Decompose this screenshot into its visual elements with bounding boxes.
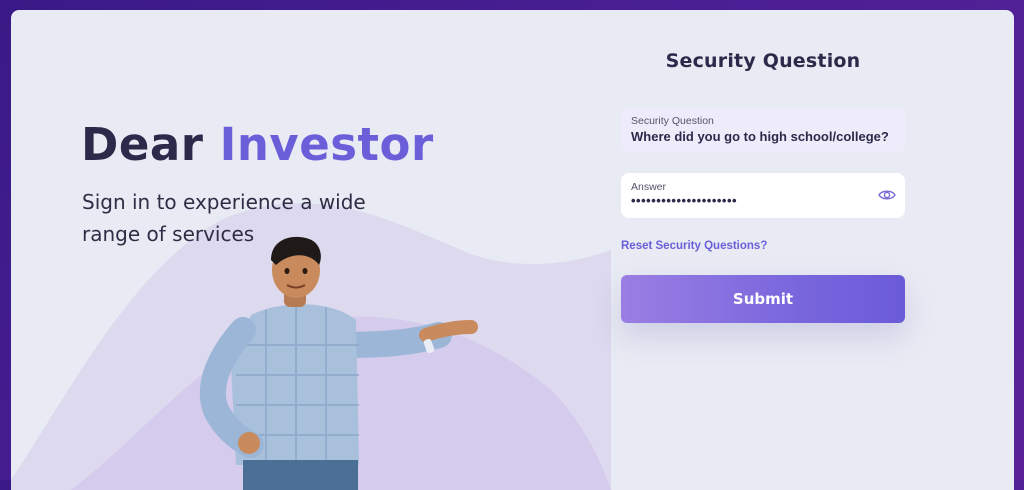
eye-icon[interactable] — [878, 188, 896, 206]
security-question-value: Where did you go to high school/college? — [631, 129, 889, 144]
security-question-field[interactable]: Security Question Where did you go to hi… — [621, 107, 905, 152]
form-title: Security Question — [665, 50, 861, 72]
answer-label: Answer — [631, 181, 667, 193]
investor-illustration — [199, 236, 478, 490]
background-wave-decoration — [11, 203, 611, 490]
login-card: Dear Investor Sign in to experience a wi… — [11, 10, 1014, 490]
security-question-label: Security Question — [631, 115, 714, 127]
security-question-form: Security Question Security Question Wher… — [621, 50, 905, 323]
submit-button[interactable]: Submit — [621, 275, 905, 323]
answer-input-masked[interactable]: ••••••••••••••••••••• — [631, 193, 895, 208]
hero-title-accent: Investor — [219, 118, 434, 171]
hero-title: Dear Investor — [81, 118, 434, 171]
answer-field[interactable]: Answer ••••••••••••••••••••• — [621, 173, 905, 218]
hero-title-main: Dear — [81, 118, 204, 171]
reset-security-questions-link[interactable]: Reset Security Questions? — [621, 240, 767, 252]
